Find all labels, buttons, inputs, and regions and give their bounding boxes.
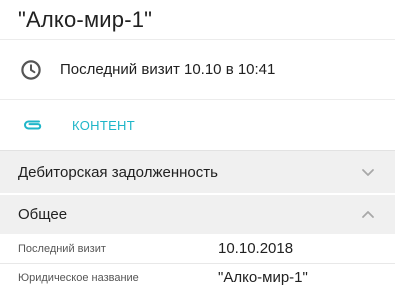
store-detail-page: "Алко-мир-1" Последний визит 10.10 в 10:… [0, 0, 395, 287]
field-row-legal-name: Юридическое название "Алко-мир-1" [0, 264, 395, 287]
page-title: "Алко-мир-1" [0, 0, 395, 40]
clock-icon [20, 59, 42, 81]
last-visit-text: Последний визит 10.10 в 10:41 [60, 61, 276, 78]
field-label: Юридическое название [18, 271, 139, 284]
content-link-label: КОНТЕНТ [72, 117, 135, 133]
paperclip-icon [22, 118, 44, 132]
content-link[interactable]: КОНТЕНТ [0, 100, 395, 150]
field-value: 10.10.2018 [218, 240, 294, 257]
field-row-last-visit: Последний визит 10.10.2018 [0, 234, 395, 264]
chevron-down-icon [361, 167, 375, 177]
last-visit-row: Последний визит 10.10 в 10:41 [0, 40, 395, 100]
section-title: Дебиторская задолженность [18, 163, 218, 181]
field-value: "Алко-мир-1" [218, 269, 308, 286]
section-title: Общее [18, 206, 68, 223]
section-general[interactable]: Общее [0, 193, 395, 234]
section-receivables[interactable]: Дебиторская задолженность [0, 150, 395, 193]
field-label: Последний визит [18, 242, 106, 255]
chevron-up-icon [361, 210, 375, 220]
